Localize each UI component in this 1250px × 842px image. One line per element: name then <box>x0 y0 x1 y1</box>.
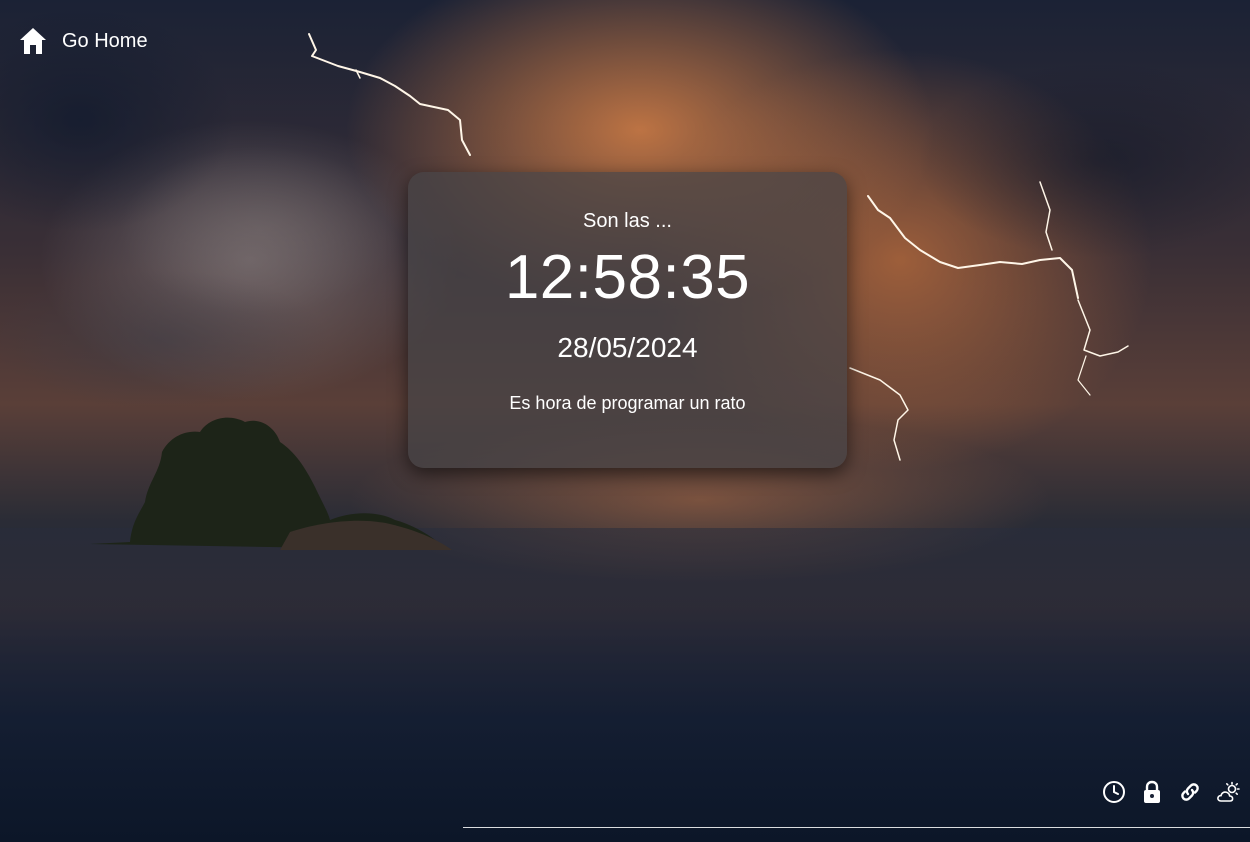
clock-message: Es hora de programar un rato <box>509 393 746 413</box>
clock-time: 12:58:35 <box>504 243 751 312</box>
tool-icons-bar <box>1102 780 1240 804</box>
clock-icon[interactable] <box>1102 780 1126 804</box>
go-home-label: Go Home <box>62 29 148 52</box>
lock-icon[interactable] <box>1140 780 1164 804</box>
island-silhouette <box>90 417 452 550</box>
clock-date: 28/05/2024 <box>557 332 698 363</box>
go-home-link[interactable]: Go Home <box>18 26 148 56</box>
weather-icon[interactable] <box>1216 780 1240 804</box>
home-icon <box>20 28 46 54</box>
clock-card: Son las ... 12:58:35 28/05/2024 Es hora … <box>408 172 847 468</box>
bottom-divider <box>463 827 1250 828</box>
link-icon[interactable] <box>1178 780 1202 804</box>
clock-intro-text: Son las ... <box>583 210 672 232</box>
